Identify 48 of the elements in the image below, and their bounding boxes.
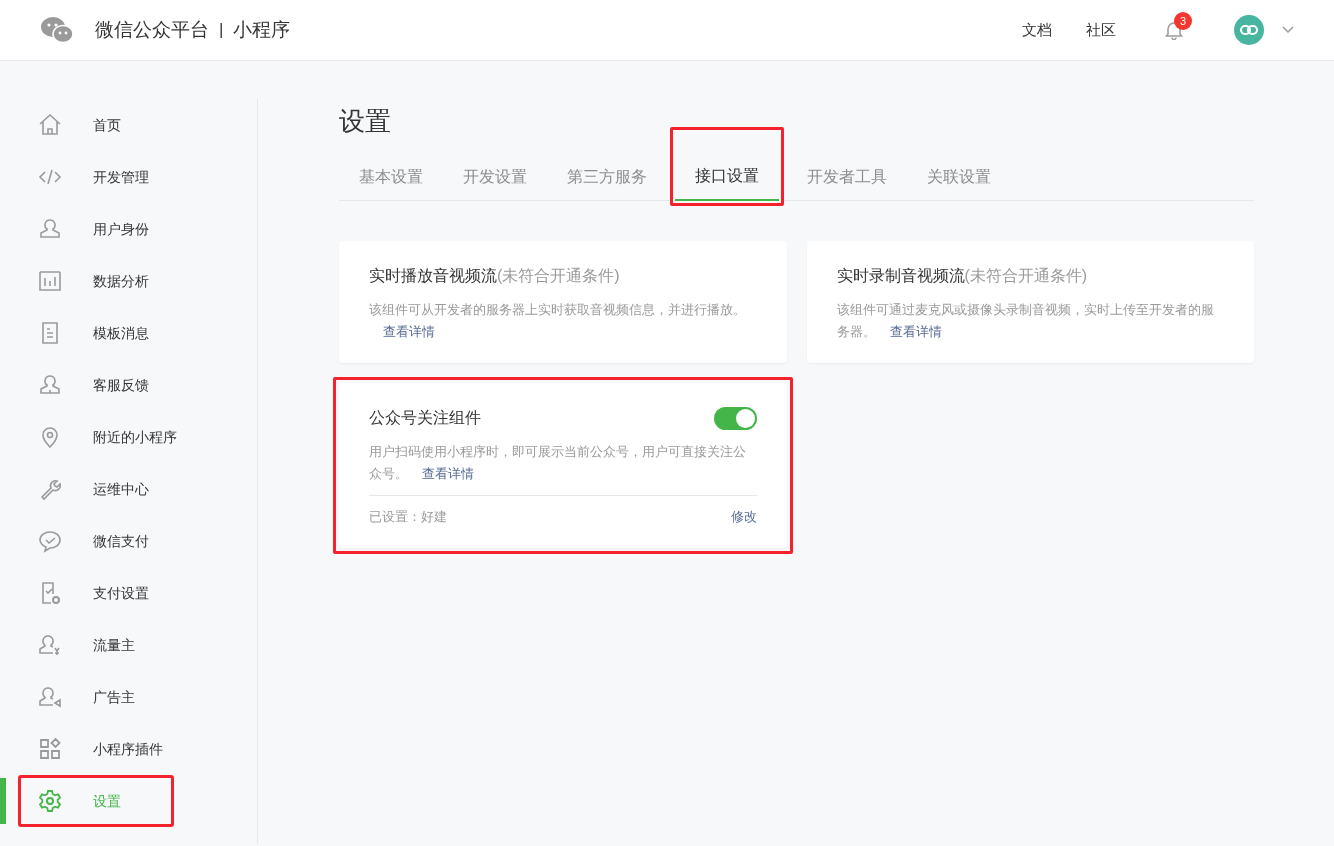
details-link[interactable]: 查看详情 — [889, 324, 942, 339]
sidebar-item[interactable]: 小程序插件 — [0, 723, 257, 775]
details-link[interactable]: 查看详情 — [422, 466, 474, 481]
chat-bubbles-icon — [40, 16, 74, 44]
sidebar-item[interactable]: 用户身份 — [0, 203, 257, 255]
page-title: 设置 — [339, 105, 392, 138]
settings-icon — [38, 789, 62, 813]
details-link[interactable]: 查看详情 — [383, 324, 435, 339]
card-description: 该组件可从开发者的服务器上实时获取音视频信息，并进行播放。 查看详情 — [369, 301, 747, 341]
sidebar-item[interactable]: 运维中心 — [0, 463, 257, 515]
chat-check-icon — [38, 529, 62, 553]
sidebar-item[interactable]: 首页 — [0, 99, 257, 151]
user-megaphone-icon — [38, 685, 62, 709]
sidebar-item[interactable]: 流量主 — [0, 619, 257, 671]
product-title: 小程序 — [233, 17, 291, 42]
platform-title: 微信公众平台 — [95, 17, 209, 42]
bar-chart-icon — [38, 269, 62, 293]
sidebar-item[interactable]: 广告主 — [0, 671, 257, 723]
user-icon — [38, 373, 62, 397]
tab[interactable]: 接口设置 — [675, 153, 779, 201]
sidebar-item[interactable]: 客服反馈 — [0, 359, 257, 411]
setting-status: 已设置：好建 — [369, 508, 447, 526]
edit-link[interactable]: 修改 — [730, 506, 757, 528]
header-link[interactable]: 社区 — [1086, 18, 1116, 42]
sidebar-item[interactable]: 开发管理 — [0, 151, 257, 203]
grid-icon — [38, 737, 62, 761]
card-description: 该组件可通过麦克风或摄像头录制音视频，实时上传至开发者的服务器。 查看详情 — [836, 301, 1215, 341]
home-icon — [38, 113, 62, 137]
chevron-down-icon[interactable] — [1282, 26, 1294, 34]
header-link[interactable]: 文档 — [1022, 18, 1052, 42]
selection-bar — [0, 778, 6, 824]
notification-count: 3 — [1174, 12, 1192, 30]
sidebar-item[interactable]: 支付设置 — [0, 567, 257, 619]
wrench-icon — [38, 477, 62, 501]
sidebar-item[interactable]: 附近的小程序 — [0, 411, 257, 463]
user-icon — [38, 217, 62, 241]
card-description: 用户扫码使用小程序时，即可展示当前公众号，用户可直接关注公众号。 查看详情 — [369, 443, 747, 483]
avatar[interactable] — [1234, 15, 1264, 45]
title-separator: | — [219, 19, 224, 42]
sidebar-item[interactable]: 模板消息 — [0, 307, 257, 359]
card-title: 实时播放音视频流(未符合开通条件) — [369, 266, 620, 286]
user-yen-icon — [38, 633, 62, 657]
toggle-switch[interactable] — [713, 406, 757, 430]
card-title: 实时录制音视频流(未符合开通条件) — [836, 266, 1088, 286]
card-title: 公众号关注组件 — [369, 408, 481, 428]
link-icon — [1240, 25, 1258, 35]
sidebar-item[interactable]: 数据分析 — [0, 255, 257, 307]
sidebar-item[interactable]: 微信支付 — [0, 515, 257, 567]
